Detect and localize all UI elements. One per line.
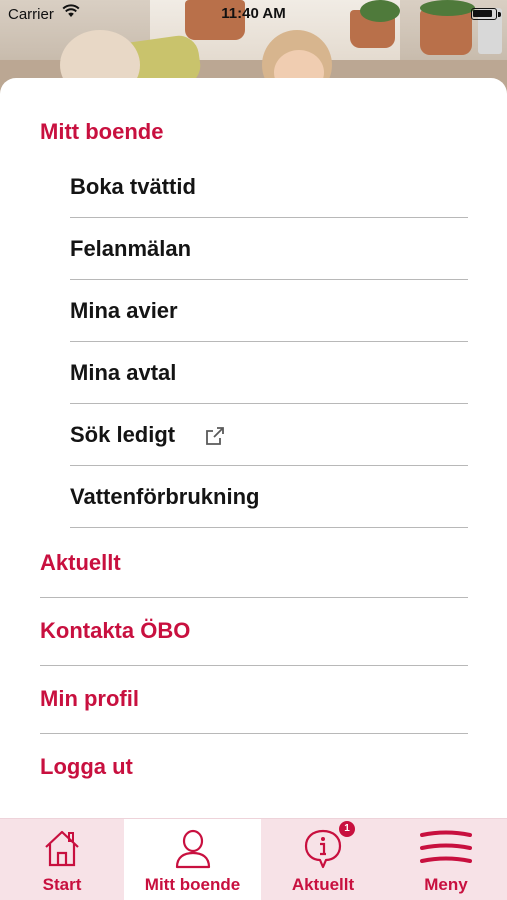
menu-item-label: Mina avtal bbox=[70, 360, 177, 385]
battery-tip bbox=[498, 12, 501, 17]
tab-label: Meny bbox=[424, 875, 468, 894]
menu-item-label: Boka tvättid bbox=[70, 174, 196, 199]
tab-aktuellt[interactable]: 1 Aktuellt bbox=[261, 819, 385, 900]
tab-meny[interactable]: Meny bbox=[385, 819, 507, 900]
section-title-mitt-boende: Mitt boende bbox=[40, 119, 164, 144]
menu-item-boka-tvattid[interactable]: Boka tvättid bbox=[40, 156, 468, 218]
tab-label: Mitt boende bbox=[144, 875, 241, 894]
menu-item-vattenforbrukning[interactable]: Vattenförbrukning bbox=[40, 466, 468, 528]
menu-item-label: Sök ledigt bbox=[70, 422, 176, 447]
menu-item-mina-avier[interactable]: Mina avier bbox=[40, 280, 468, 342]
divider bbox=[70, 526, 468, 528]
status-time: 11:40 AM bbox=[221, 5, 286, 22]
menu-item-label: Logga ut bbox=[40, 754, 133, 779]
menu-item-label: Aktuellt bbox=[40, 550, 121, 575]
menu-item-label: Kontakta ÖBO bbox=[40, 618, 191, 643]
battery-icon bbox=[471, 8, 497, 20]
menu-item-felanmalan[interactable]: Felanmälan bbox=[40, 218, 468, 280]
status-bar: Carrier 11:40 AM bbox=[0, 0, 507, 30]
person-icon bbox=[172, 827, 214, 876]
menu-item-mina-avtal[interactable]: Mina avtal bbox=[40, 342, 468, 404]
tab-label: Aktuellt bbox=[291, 875, 355, 894]
menu-item-min-profil[interactable]: Min profil bbox=[40, 666, 468, 734]
menu-item-label: Mina avier bbox=[70, 298, 178, 323]
external-link-icon bbox=[203, 424, 227, 453]
info-bubble-icon bbox=[302, 827, 344, 876]
menu-item-label: Vattenförbrukning bbox=[70, 484, 260, 509]
hamburger-icon bbox=[420, 827, 472, 874]
house-icon bbox=[42, 827, 82, 874]
tab-mitt-boende[interactable]: Mitt boende bbox=[124, 819, 261, 900]
menu-item-aktuellt[interactable]: Aktuellt bbox=[40, 530, 468, 598]
tab-bar: Start Mitt boende 1 Aktuellt Meny bbox=[0, 818, 507, 900]
tab-label: Start bbox=[42, 875, 82, 894]
menu-item-logga-ut[interactable]: Logga ut bbox=[40, 734, 468, 802]
menu-item-sok-ledigt[interactable]: Sök ledigt bbox=[40, 404, 468, 466]
tab-start[interactable]: Start bbox=[0, 819, 124, 900]
menu-sheet: Mitt boende Boka tvättid Felanmälan Mina… bbox=[0, 78, 507, 818]
menu-item-kontakta-obo[interactable]: Kontakta ÖBO bbox=[40, 598, 468, 666]
notification-badge: 1 bbox=[339, 821, 355, 837]
menu-item-label: Felanmälan bbox=[70, 236, 192, 261]
menu-item-label: Min profil bbox=[40, 686, 139, 711]
